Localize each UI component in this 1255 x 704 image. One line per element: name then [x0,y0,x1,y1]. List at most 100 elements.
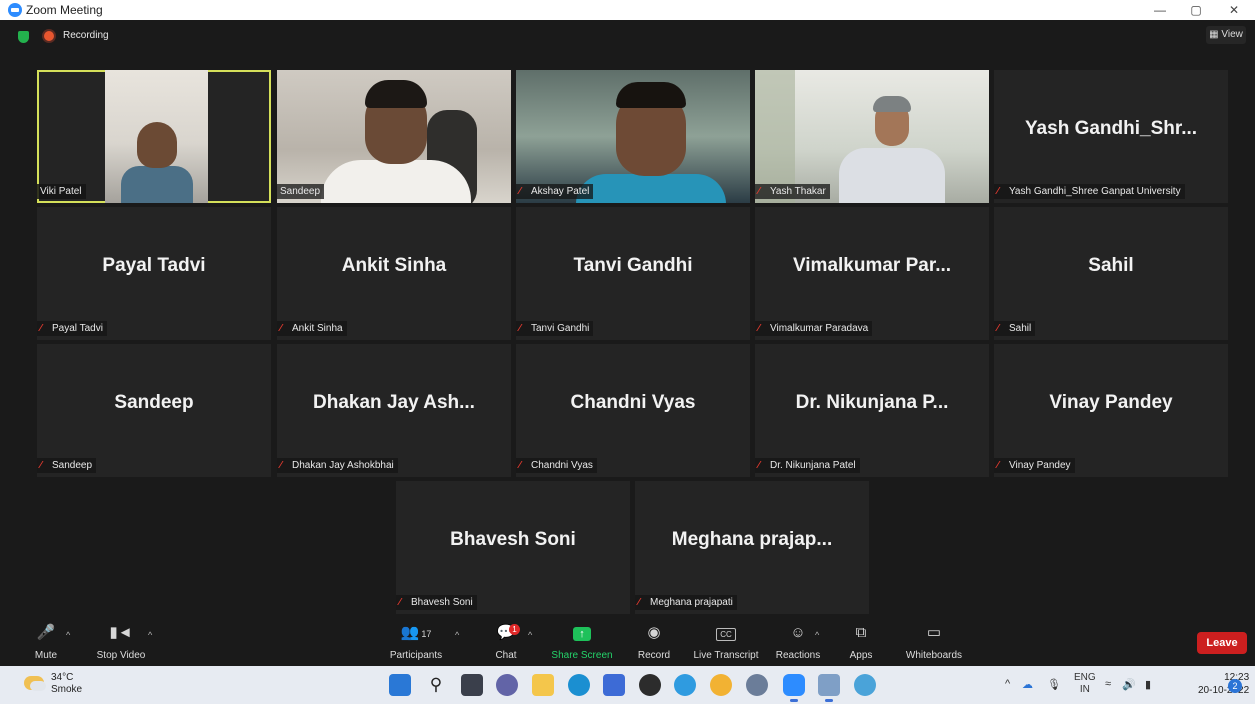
video-tile[interactable]: Chandni Vyas ⁄ Chandni Vyas [516,344,750,477]
participants-label: Participants [389,650,443,661]
chat-button[interactable]: 💬 1 Chat [490,614,522,666]
app-icon[interactable] [639,674,661,696]
photos-icon[interactable] [818,674,840,702]
battery-icon[interactable]: ▮ [1145,678,1151,691]
participant-name: Meghana prajapati [650,597,733,608]
view-button[interactable]: ▦ View [1206,26,1246,44]
volume-icon[interactable]: 🔊 [1122,678,1136,691]
participant-name: Bhavesh Soni [411,597,473,608]
record-label: Record [637,650,671,661]
video-tile[interactable]: Vinay Pandey ⁄ Vinay Pandey [994,344,1228,477]
temperature: 34°C [51,672,74,683]
task-view-icon[interactable] [461,674,483,696]
video-tile[interactable]: Sandeep ⁄ Sandeep [37,344,271,477]
language-indicator[interactable]: ENG IN [1074,672,1096,696]
participants-options-chevron-icon[interactable]: ^ [455,630,459,640]
minimize-button[interactable]: — [1150,2,1170,18]
reactions-button[interactable]: ☺ Reactions [772,614,824,666]
teams-chat-icon[interactable] [496,674,518,696]
video-tile[interactable]: Viki Patel [37,70,271,203]
edge-browser-icon[interactable] [568,674,590,696]
grid-icon: ▦ [1209,29,1219,40]
region: IN [1079,684,1090,695]
record-icon: ◉ [647,624,661,641]
notification-badge[interactable]: 2 [1228,679,1242,693]
participant-name-label: ⁄ Payal Tadvi [37,321,107,336]
share-screen-button[interactable]: ↑ Share Screen [550,614,614,666]
whiteboards-button[interactable]: ▭ Whiteboards [902,614,966,666]
apps-label: Apps [849,650,873,661]
participant-name-label: ⁄ Vimalkumar Paradava [755,321,873,336]
leave-button[interactable]: Leave [1197,632,1247,654]
video-tile[interactable]: Tanvi Gandhi ⁄ Tanvi Gandhi [516,207,750,340]
weather-widget[interactable]: 34°C Smoke [51,672,82,696]
recording-label: Recording [63,30,109,41]
participant-name-label: ⁄ Chandni Vyas [516,458,597,473]
participant-name: Yash Gandhi_Shree Ganpat University [1009,186,1181,197]
file-explorer-icon[interactable] [532,674,554,696]
zoom-taskbar-icon[interactable] [783,674,805,702]
video-tile[interactable]: Bhavesh Soni ⁄ Bhavesh Soni [396,481,630,614]
meeting-toolbar: 🎤 Mute ^ ▮◄ Stop Video ^ 👥 17 Participant… [0,614,1255,666]
video-tile[interactable]: Dr. Nikunjana P... ⁄ Dr. Nikunjana Patel [755,344,989,477]
video-tile[interactable]: Ankit Sinha ⁄ Ankit Sinha [277,207,511,340]
meeting-info-bar: Recording ▦ View [0,20,1255,52]
window-title-bar: Zoom Meeting — ▢ ✕ [0,0,1255,20]
whiteboard-icon: ▭ [926,624,942,641]
search-icon[interactable]: ⚲ [425,674,447,696]
settings-gear-icon[interactable] [746,674,768,696]
video-tile[interactable]: ⁄ Akshay Patel [516,70,750,203]
app-icon[interactable] [854,674,876,696]
video-tile[interactable]: Sandeep [277,70,511,203]
reactions-options-chevron-icon[interactable]: ^ [815,630,819,640]
microphone-tray-icon[interactable]: 🎙 [1047,678,1061,691]
chrome-icon[interactable] [710,674,732,696]
view-label: View [1221,29,1243,40]
weather-icon[interactable] [24,676,46,691]
muted-mic-icon: ⁄ [638,597,640,608]
live-transcript-button[interactable]: CC Live Transcript [690,614,762,666]
window-title: Zoom Meeting [26,3,103,17]
share-screen-label: Share Screen [551,650,613,661]
participant-name-label: ⁄ Akshay Patel [516,184,594,199]
participant-name-label: ⁄ Ankit Sinha [277,321,347,336]
video-tile[interactable]: ⁄ Yash Thakar [755,70,989,203]
close-button[interactable]: ✕ [1224,2,1244,18]
video-tile[interactable]: Yash Gandhi_Shr... ⁄ Yash Gandhi_Shree Ga… [994,70,1228,203]
video-tile[interactable]: Vimalkumar Par... ⁄ Vimalkumar Paradava [755,207,989,340]
stop-video-button[interactable]: ▮◄ Stop Video [92,614,150,666]
video-options-chevron-icon[interactable]: ^ [148,630,152,640]
record-button[interactable]: ◉ Record [634,614,674,666]
video-tile[interactable]: Sahil ⁄ Sahil [994,207,1228,340]
zoom-app-icon [8,3,22,17]
onedrive-cloud-icon[interactable]: ☁ [1022,678,1033,691]
video-tile[interactable]: Payal Tadvi ⁄ Payal Tadvi [37,207,271,340]
video-tile[interactable]: Meghana prajap... ⁄ Meghana prajapati [635,481,869,614]
security-shield-icon[interactable] [18,31,29,43]
mute-button[interactable]: 🎤 Mute [28,614,64,666]
whiteboards-label: Whiteboards [905,650,963,661]
recording-icon [44,31,54,41]
weather-condition: Smoke [51,684,83,695]
start-icon[interactable] [389,674,411,696]
participant-name-label: ⁄ Yash Gandhi_Shree Ganpat University [994,184,1185,199]
wifi-icon[interactable]: ≈ [1105,678,1111,690]
store-icon[interactable] [603,674,625,696]
chat-options-chevron-icon[interactable]: ^ [528,630,532,640]
maximize-button[interactable]: ▢ [1186,2,1206,18]
audio-options-chevron-icon[interactable]: ^ [66,630,70,640]
participant-name: Sandeep [277,184,325,199]
show-hidden-icons-chevron-icon[interactable]: ^ [1005,678,1010,690]
time: 12:23 [1224,672,1250,683]
video-tile[interactable]: Dhakan Jay Ash... ⁄ Dhakan Jay Ashokbhai [277,344,511,477]
app-icon[interactable] [674,674,696,696]
participants-button[interactable]: 👥 17 Participants [386,614,446,666]
participant-name-label: ⁄ Sahil [994,321,1036,336]
participant-display-name: Payal Tadvi [102,255,206,276]
participant-name-label: ⁄ Tanvi Gandhi [516,321,594,336]
reactions-label: Reactions [775,650,821,661]
apps-button[interactable]: ⧉ Apps [844,614,878,666]
participant-display-name: Dhakan Jay Ash... [313,392,475,413]
participant-display-name: Dr. Nikunjana P... [795,392,949,413]
muted-mic-icon: ⁄ [758,186,760,197]
